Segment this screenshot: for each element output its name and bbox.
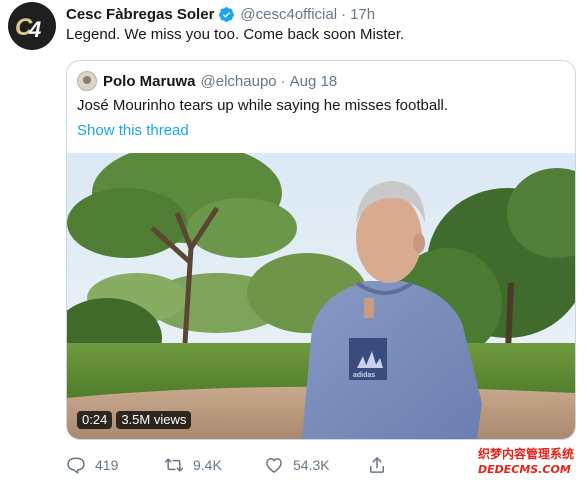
separator-dot: ·	[341, 5, 347, 23]
like-button[interactable]: 54.3K	[264, 455, 367, 475]
watermark: 织梦内容管理系统 DEDECMS.COM	[478, 447, 574, 477]
retweet-icon	[164, 458, 184, 472]
tweet-text: Legend. We miss you too. Come back soon …	[66, 26, 405, 43]
verified-badge-icon	[219, 6, 235, 22]
c4-logo-icon: C 4	[15, 14, 41, 41]
video-player[interactable]: adidas 0:24 3.5M views	[67, 153, 575, 439]
quoted-author-avatar	[77, 71, 97, 91]
reply-button[interactable]: 419	[66, 455, 164, 475]
quoted-tweet[interactable]: Polo Maruwa @elchaupo · Aug 18 José Mour…	[66, 60, 576, 440]
reply-icon	[67, 457, 85, 474]
author-handle[interactable]: @cesc4official	[240, 6, 337, 23]
video-view-count: 3.5M views	[116, 411, 192, 429]
reply-count: 419	[95, 457, 119, 473]
video-duration: 0:24	[77, 411, 113, 429]
share-button[interactable]	[367, 455, 396, 475]
retweet-count: 9.4K	[193, 457, 222, 473]
svg-text:4: 4	[28, 17, 41, 41]
watermark-line-2: DEDECMS.COM	[478, 463, 571, 476]
quoted-tweet-date: Aug 18	[289, 72, 338, 90]
show-thread-link[interactable]: Show this thread	[77, 121, 189, 141]
author-name[interactable]: Cesc Fàbregas Soler	[66, 6, 214, 23]
tweet-timestamp[interactable]: 17h	[350, 6, 375, 23]
heart-icon	[266, 458, 282, 473]
tweet[interactable]: C 4 Cesc Fàbregas Soler @cesc4official ·…	[0, 0, 587, 483]
tweet-actions: 419 9.4K 54.3K	[66, 454, 396, 476]
tweet-header: Cesc Fàbregas Soler @cesc4official · 17h	[66, 4, 375, 24]
quoted-author-name: Polo Maruwa	[103, 72, 196, 90]
share-icon	[370, 457, 384, 473]
quoted-tweet-text: José Mourinho tears up while saying he m…	[77, 97, 449, 114]
video-badges: 0:24 3.5M views	[77, 411, 192, 429]
separator-dot: ·	[280, 72, 286, 90]
retweet-button[interactable]: 9.4K	[164, 455, 264, 475]
quoted-author-handle: @elchaupo	[200, 72, 277, 90]
quoted-tweet-header: Polo Maruwa @elchaupo · Aug 18	[77, 71, 337, 91]
like-count: 54.3K	[293, 457, 330, 473]
video-thumbnail: adidas	[67, 153, 575, 439]
author-avatar[interactable]: C 4	[8, 2, 56, 50]
watermark-line-1: 织梦内容管理系统	[478, 447, 575, 461]
svg-text:adidas: adidas	[353, 372, 375, 379]
